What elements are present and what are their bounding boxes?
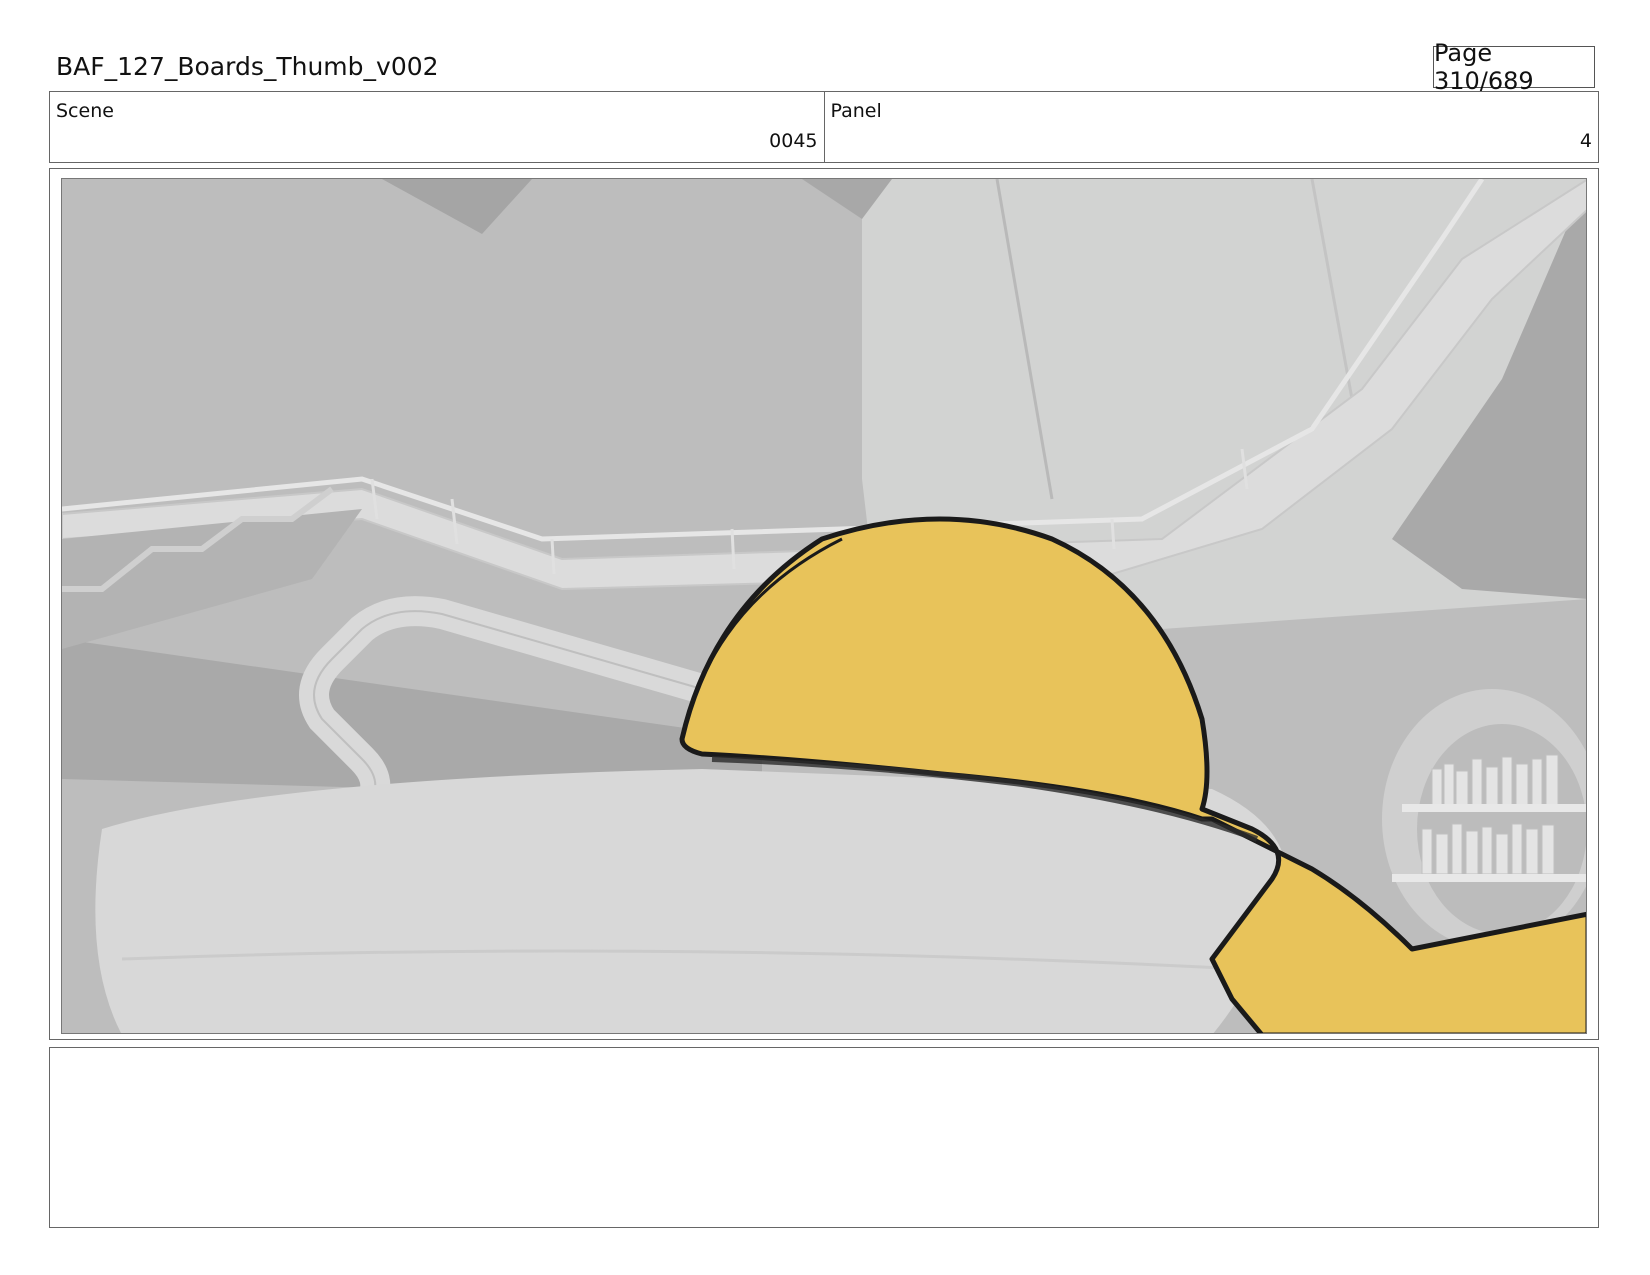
- document-title: BAF_127_Boards_Thumb_v002: [56, 52, 439, 81]
- panel-label: Panel: [830, 100, 882, 122]
- panel-value: 4: [1579, 130, 1592, 152]
- scene-cell: Scene 0045: [50, 92, 824, 162]
- storyboard-panel-image: [61, 178, 1587, 1034]
- panel-cell: Panel 4: [823, 92, 1599, 162]
- page-number-box: Page 310/689: [1433, 39, 1595, 95]
- page-number: Page 310/689: [1434, 39, 1534, 95]
- scene-value: 0045: [769, 130, 818, 152]
- panel-notes-box: [49, 1047, 1599, 1228]
- scene-panel-info-row: Scene 0045 Panel 4: [49, 91, 1599, 163]
- scene-label: Scene: [56, 100, 114, 122]
- storyboard-panel-frame: [49, 168, 1599, 1040]
